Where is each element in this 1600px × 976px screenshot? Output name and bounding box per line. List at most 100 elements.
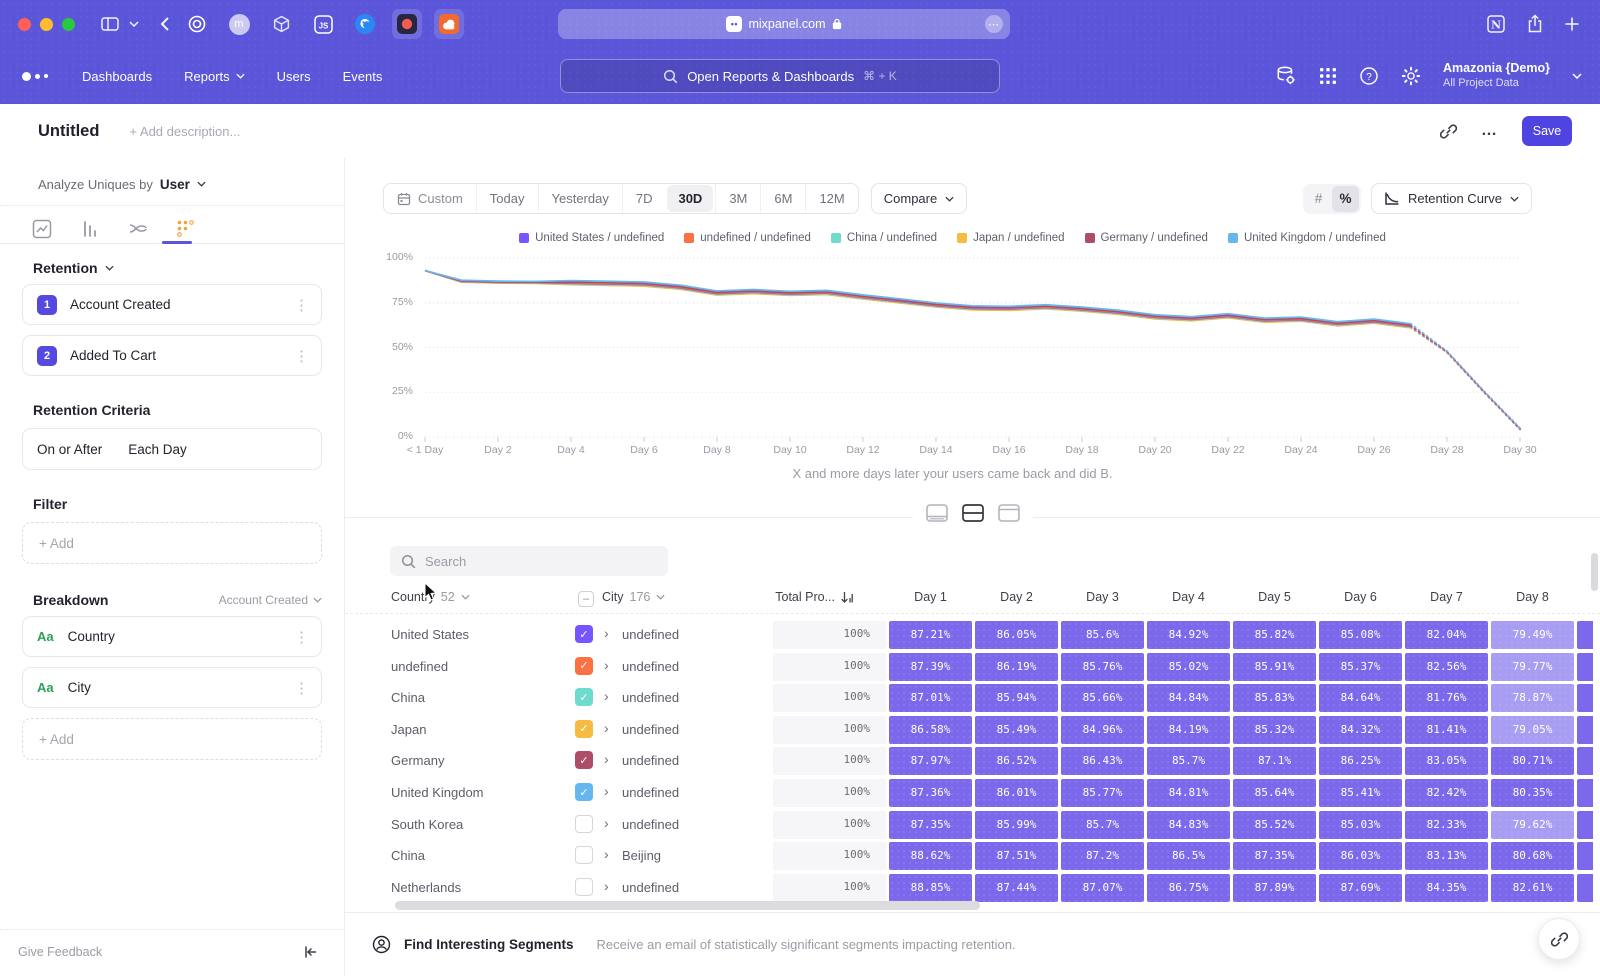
save-button[interactable]: Save <box>1522 116 1572 146</box>
date-range-12m[interactable]: 12M <box>805 184 857 213</box>
date-range-7d[interactable]: 7D <box>622 184 666 213</box>
expand-row-icon[interactable]: › <box>604 720 609 736</box>
retention-cell[interactable]: 85.08% <box>1319 621 1402 649</box>
retention-cell[interactable]: 85.52% <box>1233 811 1316 839</box>
kebab-menu-icon[interactable]: ⋮ <box>294 296 309 314</box>
page-title[interactable]: Untitled <box>38 122 99 141</box>
kebab-menu-icon[interactable]: ⋮ <box>294 628 309 646</box>
retention-cell[interactable]: 85.49% <box>975 716 1058 744</box>
series-line[interactable] <box>425 271 1411 326</box>
retention-cell[interactable]: 87.69% <box>1319 874 1402 902</box>
nav-item-dashboards[interactable]: Dashboards <box>82 69 152 84</box>
retention-cell[interactable]: 87.39% <box>889 653 972 681</box>
retention-cell[interactable]: 86.75% <box>1147 874 1230 902</box>
retention-cell[interactable]: 86.01% <box>975 779 1058 807</box>
retention-cell[interactable]: 85.41% <box>1319 779 1402 807</box>
retention-cell[interactable]: 85.91% <box>1233 653 1316 681</box>
expand-row-icon[interactable]: › <box>604 878 609 894</box>
legend-item[interactable]: Germany / undefined <box>1085 232 1208 244</box>
retention-cell[interactable]: 87.21% <box>889 621 972 649</box>
series-line[interactable] <box>425 271 1411 324</box>
retention-cell[interactable]: 85.64% <box>1233 779 1316 807</box>
retention-cell[interactable]: 84.81% <box>1147 779 1230 807</box>
retention-cell[interactable]: 82.42% <box>1405 779 1488 807</box>
retention-step-1[interactable]: 1 Account Created ⋮ <box>22 284 322 325</box>
unit-count-option[interactable]: # <box>1305 186 1332 212</box>
retention-cell[interactable]: 85.03% <box>1319 811 1402 839</box>
tab-insights[interactable] <box>30 217 54 241</box>
row-checkbox[interactable]: ✓ <box>575 625 593 643</box>
chevron-down-icon[interactable] <box>129 21 139 27</box>
unit-percent-option[interactable]: % <box>1332 186 1359 212</box>
row-checkbox[interactable] <box>575 878 593 896</box>
retention-cell[interactable]: 80.35% <box>1491 779 1574 807</box>
city-column-header[interactable]: City 176 <box>602 590 665 604</box>
nav-item-reports[interactable]: Reports <box>184 69 245 84</box>
retention-cell[interactable]: 82.61% <box>1491 874 1574 902</box>
retention-cell[interactable]: 81.76% <box>1405 684 1488 712</box>
add-filter-button[interactable]: + Add <box>22 522 322 564</box>
day-column-header[interactable]: Day 5 <box>1233 590 1316 604</box>
tab-retention[interactable] <box>174 217 198 241</box>
extension-cloud-icon[interactable] <box>434 9 464 39</box>
expand-row-icon[interactable]: › <box>604 846 609 862</box>
retention-cell[interactable]: 87.01% <box>889 684 972 712</box>
compare-button[interactable]: Compare <box>871 183 967 214</box>
retention-cell[interactable]: 87.07% <box>1061 874 1144 902</box>
more-options-icon[interactable]: … <box>1481 122 1498 140</box>
retention-cell[interactable]: 80.71% <box>1491 747 1574 775</box>
breakdown-scope-selector[interactable]: Account Created <box>219 593 322 607</box>
select-all-checkbox[interactable]: – <box>578 591 594 607</box>
retention-cell[interactable]: 79.49% <box>1491 621 1574 649</box>
nav-item-events[interactable]: Events <box>343 69 383 84</box>
breakdown-country[interactable]: Aa Country ⋮ <box>22 616 322 657</box>
retention-cell[interactable]: 87.44% <box>975 874 1058 902</box>
day-column-header[interactable]: Day 7 <box>1405 590 1488 604</box>
notion-extension-icon[interactable]: N <box>1486 14 1506 34</box>
settings-gear-icon[interactable] <box>1401 66 1421 86</box>
retention-cell[interactable]: 79.62% <box>1491 811 1574 839</box>
retention-criteria-card[interactable]: On or After Each Day <box>22 428 322 470</box>
back-icon[interactable] <box>160 16 170 32</box>
retention-cell[interactable]: 87.2% <box>1061 842 1144 870</box>
total-column-header[interactable]: Total Pro... <box>753 590 853 604</box>
extension-bird-icon[interactable] <box>350 9 380 39</box>
retention-cell[interactable]: 79.05% <box>1491 716 1574 744</box>
row-checkbox[interactable]: ✓ <box>575 751 593 769</box>
retention-cell[interactable]: 84.19% <box>1147 716 1230 744</box>
retention-cell[interactable]: 84.32% <box>1319 716 1402 744</box>
row-checkbox[interactable]: ✓ <box>575 720 593 738</box>
new-tab-icon[interactable] <box>1564 16 1580 32</box>
legend-item[interactable]: Japan / undefined <box>957 232 1064 244</box>
project-selector[interactable]: Amazonia {Demo} All Project Data <box>1443 61 1550 90</box>
row-checkbox[interactable] <box>575 815 593 833</box>
retention-cell[interactable]: 82.04% <box>1405 621 1488 649</box>
retention-cell[interactable]: 86.03% <box>1319 842 1402 870</box>
kebab-menu-icon[interactable]: ⋮ <box>294 347 309 365</box>
retention-section-header[interactable]: Retention <box>33 260 322 276</box>
retention-cell[interactable]: 85.37% <box>1319 653 1402 681</box>
date-range-6m[interactable]: 6M <box>760 184 805 213</box>
url-bar[interactable]: •• mixpanel.com ⋯ <box>558 9 1010 39</box>
day-column-header[interactable]: Day 3 <box>1061 590 1144 604</box>
retention-cell[interactable]: 78.87% <box>1491 684 1574 712</box>
retention-cell[interactable]: 84.35% <box>1405 874 1488 902</box>
day-column-header[interactable]: Day 8 <box>1491 590 1574 604</box>
retention-cell[interactable]: 84.84% <box>1147 684 1230 712</box>
retention-cell[interactable]: 83.13% <box>1405 842 1488 870</box>
date-range-custom[interactable]: Custom <box>384 184 476 213</box>
retention-cell[interactable]: 86.43% <box>1061 747 1144 775</box>
analyze-uniques-selector[interactable]: Analyze Uniques by User <box>38 171 322 197</box>
expand-row-icon[interactable]: › <box>604 657 609 673</box>
retention-cell[interactable]: 86.19% <box>975 653 1058 681</box>
retention-cell[interactable]: 84.64% <box>1319 684 1402 712</box>
close-window-button[interactable] <box>18 18 31 31</box>
retention-cell[interactable]: 79.77% <box>1491 653 1574 681</box>
retention-cell[interactable]: 87.1% <box>1233 747 1316 775</box>
legend-item[interactable]: China / undefined <box>831 232 937 244</box>
chart-only-view-icon[interactable] <box>925 503 949 523</box>
country-column-header[interactable]: Country 52 <box>391 590 470 604</box>
expand-row-icon[interactable]: › <box>604 688 609 704</box>
collapse-sidebar-icon[interactable] <box>302 944 318 960</box>
retention-cell[interactable]: 82.33% <box>1405 811 1488 839</box>
